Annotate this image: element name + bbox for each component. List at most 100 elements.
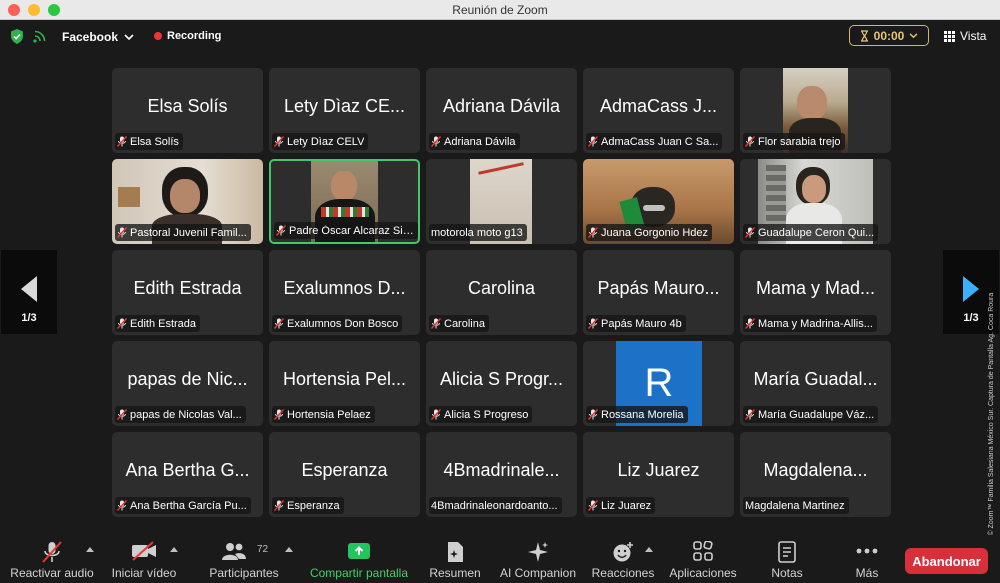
participant-tile[interactable]: Exalumnos D... Exalumnos Don Bosco xyxy=(269,250,420,335)
view-button[interactable]: Vista xyxy=(944,29,986,43)
video-options-caret-icon[interactable] xyxy=(170,547,178,552)
mic-muted-icon xyxy=(588,409,598,420)
recording-label: Recording xyxy=(167,30,222,42)
summary-button[interactable]: Resumen xyxy=(424,535,486,583)
participant-name: Elsa Solís xyxy=(130,135,179,148)
timer-value: 00:00 xyxy=(873,28,905,43)
participant-tile[interactable]: motorola moto g13 xyxy=(426,159,577,244)
participant-tile[interactable]: Mama y Mad... Mama y Madrina-Allis... xyxy=(740,250,891,335)
leave-meeting-button[interactable]: Abandonar xyxy=(905,548,988,574)
mic-muted-icon xyxy=(588,227,598,238)
participant-tile[interactable]: papas de Nic... papas de Nicolas Val... xyxy=(112,341,263,426)
participant-nametag: Pastoral Juvenil Famil... xyxy=(115,224,251,241)
mic-muted-icon xyxy=(588,136,598,147)
participant-tile[interactable]: Edith Estrada Edith Estrada xyxy=(112,250,263,335)
participant-display-name: Adriana Dávila xyxy=(442,96,561,116)
participant-tile[interactable]: R Rossana Morelia xyxy=(583,341,734,426)
participant-nametag: papas de Nicolas Val... xyxy=(115,406,246,423)
participant-name: Exalumnos Don Bosco xyxy=(287,317,399,330)
participant-nametag: Adriana Dávila xyxy=(429,133,520,150)
watermark-text: Cortesía © Zoom™ Familia Salesiana Méxic… xyxy=(988,292,995,564)
participant-gallery: Elsa Solís Elsa Solís Lety Dìaz CE... Le… xyxy=(112,68,891,517)
participant-tile[interactable]: Flor sarabia trejo xyxy=(740,68,891,153)
start-video-button[interactable]: Iniciar vídeo xyxy=(100,535,188,583)
participant-tile[interactable]: AdmaCass J... AdmaCass Juan C Sa... xyxy=(583,68,734,153)
participants-options-caret-icon[interactable] xyxy=(285,547,293,552)
participant-tile[interactable]: Carolina Carolina xyxy=(426,250,577,335)
mic-muted-icon xyxy=(588,318,598,329)
participant-name: motorola moto g13 xyxy=(431,226,523,239)
mic-muted-icon xyxy=(274,318,284,329)
participant-tile[interactable]: Papás Mauro... Papás Mauro 4b xyxy=(583,250,734,335)
live-stream-dropdown[interactable]: Facebook xyxy=(56,26,140,48)
arrow-left-icon xyxy=(21,276,37,302)
participant-tile[interactable]: Elsa Solís Elsa Solís xyxy=(112,68,263,153)
summary-icon xyxy=(448,542,463,562)
reactions-options-caret-icon[interactable] xyxy=(645,547,653,552)
participants-icon xyxy=(222,543,246,560)
apps-label: Aplicaciones xyxy=(669,566,737,580)
participant-nametag: Exalumnos Don Bosco xyxy=(272,315,403,332)
notes-button[interactable]: Notas xyxy=(760,535,814,583)
participant-name: Juana Gorgonio Hdez xyxy=(601,226,709,239)
previous-page-button[interactable]: 1/3 xyxy=(1,250,57,334)
participant-display-name: Ana Bertha G... xyxy=(125,460,250,480)
participant-nametag: Juana Gorgonio Hdez xyxy=(586,224,713,241)
participant-tile[interactable]: Liz Juarez Liz Juarez xyxy=(583,432,734,517)
mic-muted-icon xyxy=(42,541,62,563)
recording-indicator[interactable]: Recording xyxy=(154,30,221,42)
participant-tile[interactable]: Guadalupe Ceron Qui... xyxy=(740,159,891,244)
participant-tile[interactable]: Esperanza Esperanza xyxy=(269,432,420,517)
shield-icon[interactable] xyxy=(10,29,24,44)
unmute-audio-button[interactable]: Reactivar audio xyxy=(0,535,104,583)
participant-tile[interactable]: Juana Gorgonio Hdez xyxy=(583,159,734,244)
participant-name: María Guadalupe Váz... xyxy=(758,408,875,421)
sparkle-icon xyxy=(528,542,548,562)
participant-tile-active-speaker[interactable]: Padre Óscar Alcaraz Silv... xyxy=(269,159,420,244)
share-screen-button[interactable]: Compartir pantalla xyxy=(300,535,418,583)
participant-name: AdmaCass Juan C Sa... xyxy=(601,135,719,148)
more-button[interactable]: Más xyxy=(842,535,892,583)
reactions-button[interactable]: Reacciones xyxy=(586,535,660,583)
participant-name: Papás Mauro 4b xyxy=(601,317,682,330)
participant-display-name: AdmaCass J... xyxy=(599,96,718,116)
hourglass-icon xyxy=(860,29,868,42)
participant-display-name: Carolina xyxy=(467,278,536,298)
participant-tile[interactable]: Lety Dìaz CE... Lety Dìaz CELV xyxy=(269,68,420,153)
ai-companion-button[interactable]: AI Companion xyxy=(494,535,582,583)
participant-tile[interactable]: Magdalena... Magdalena Martinez xyxy=(740,432,891,517)
participant-name: Magdalena Martinez xyxy=(745,499,845,512)
participant-display-name: Alicia S Progr... xyxy=(439,369,564,389)
participant-name: Lety Dìaz CELV xyxy=(287,135,365,148)
chevron-down-icon xyxy=(909,32,918,38)
summary-label: Resumen xyxy=(429,566,481,580)
participant-display-name: Magdalena... xyxy=(763,460,868,480)
meeting-timer[interactable]: 00:00 xyxy=(849,25,929,46)
apps-icon xyxy=(693,541,713,561)
audio-options-caret-icon[interactable] xyxy=(86,547,94,552)
participant-tile[interactable]: 4Bmadrinale... 4Bmadrinaleonardoanto... xyxy=(426,432,577,517)
page-indicator: 1/3 xyxy=(21,312,37,324)
mic-muted-icon xyxy=(274,500,284,511)
connection-signal-icon[interactable] xyxy=(33,29,47,43)
participant-tile[interactable]: Ana Bertha G... Ana Bertha García Pu... xyxy=(112,432,263,517)
participant-name: Ana Bertha García Pu... xyxy=(130,499,247,512)
participant-tile[interactable]: Hortensia Pel... Hortensia Pelaez xyxy=(269,341,420,426)
participant-display-name: papas de Nic... xyxy=(127,369,248,389)
mic-muted-icon xyxy=(117,409,127,420)
mic-muted-icon xyxy=(431,318,441,329)
participant-tile[interactable]: Adriana Dávila Adriana Dávila xyxy=(426,68,577,153)
apps-button[interactable]: Aplicaciones xyxy=(664,535,742,583)
participant-tile[interactable]: Pastoral Juvenil Famil... xyxy=(112,159,263,244)
participant-tile[interactable]: María Guadal... María Guadalupe Váz... xyxy=(740,341,891,426)
grid-view-icon xyxy=(944,30,955,42)
participant-name: Esperanza xyxy=(287,499,340,512)
participant-nametag: AdmaCass Juan C Sa... xyxy=(586,133,723,150)
participant-nametag: Flor sarabia trejo xyxy=(743,133,845,150)
participant-name: Rossana Morelia xyxy=(601,408,684,421)
participant-name: Flor sarabia trejo xyxy=(758,135,841,148)
participant-display-name: María Guadal... xyxy=(753,369,878,389)
participant-display-name: 4Bmadrinale... xyxy=(443,460,560,480)
participants-button[interactable]: Participantes xyxy=(198,535,290,583)
participant-tile[interactable]: Alicia S Progr... Alicia S Progreso xyxy=(426,341,577,426)
